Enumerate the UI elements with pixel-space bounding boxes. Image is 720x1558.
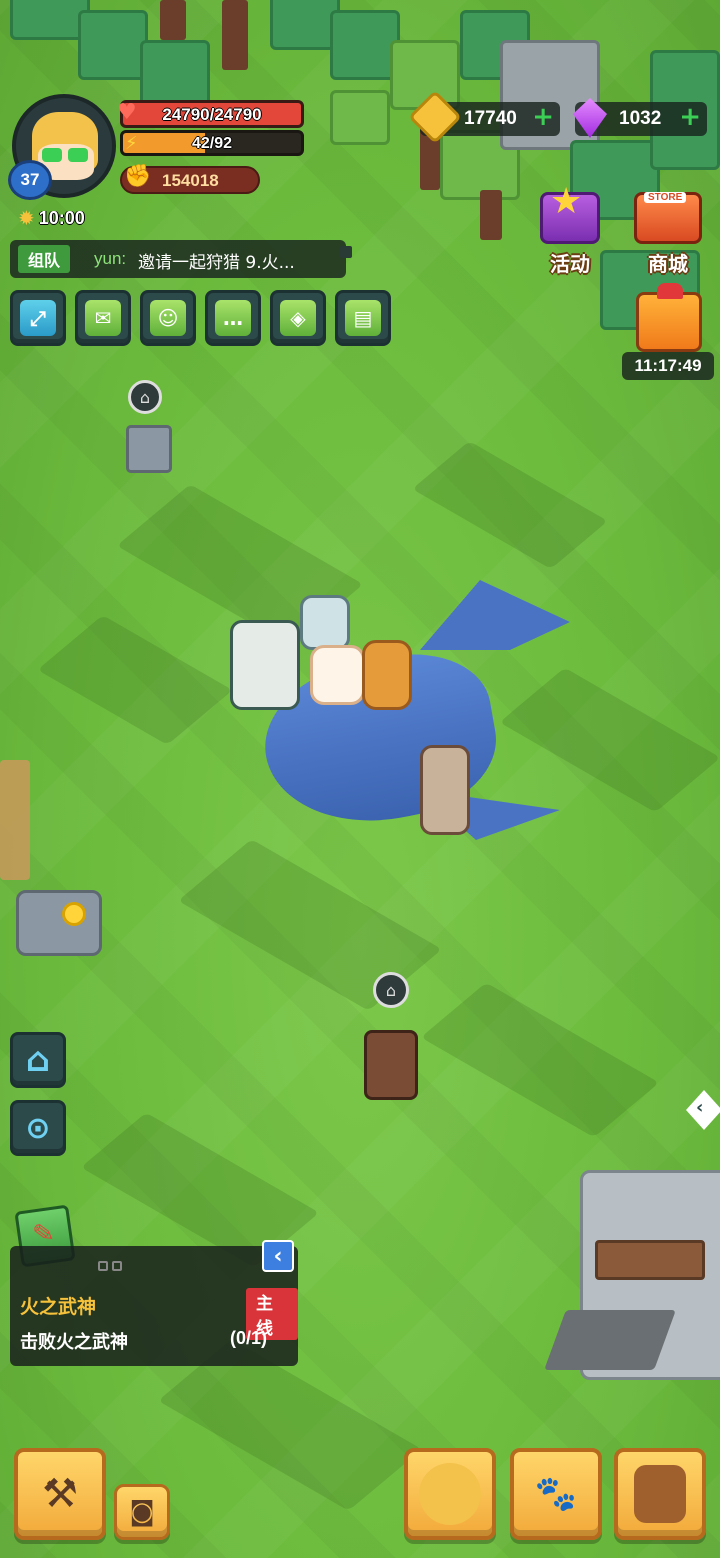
events-button[interactable]: ★ 活动 — [532, 181, 608, 278]
sun-icon: ✹ — [18, 206, 35, 230]
energy-bar: ⚡ 42/92 — [120, 130, 304, 156]
mine-beam — [595, 1240, 705, 1280]
build-button[interactable]: ⚒ — [14, 1448, 106, 1540]
notice-board-icon: ▤ — [345, 300, 381, 336]
location-pin-icon: ⊙ — [25, 1110, 51, 1146]
gem-icon — [573, 98, 607, 138]
time-text: 10:00 — [38, 207, 85, 228]
party-member-deer[interactable] — [420, 745, 470, 835]
chat-bar[interactable]: 组队 yun: 邀请一起狩猎 9.火... — [10, 240, 346, 278]
grass-patch — [499, 667, 720, 813]
gold-counter[interactable]: 17740 + — [408, 90, 560, 144]
power-fist-icon: ✊ — [124, 164, 152, 189]
quest-collapse-button[interactable]: ‹ — [262, 1240, 294, 1272]
backpack-button[interactable] — [614, 1448, 706, 1540]
party-member-monkey[interactable] — [362, 640, 412, 710]
home-button[interactable]: ⌂ — [10, 1032, 66, 1088]
notice-board-button[interactable]: ▤ — [335, 290, 391, 346]
hp-text: 24790/24790 — [162, 105, 262, 124]
sleeping-npc[interactable] — [126, 425, 172, 473]
tree — [330, 90, 390, 145]
friends-icon: ☺ — [150, 300, 186, 336]
store-button[interactable]: STORE 商城 — [630, 186, 706, 278]
gift-ribbon-icon — [657, 283, 683, 299]
house-icon: ⌂ — [25, 1040, 51, 1080]
map-icon: ◈ — [280, 300, 316, 336]
quest-objective: 击败火之武神 — [20, 1332, 128, 1353]
hp-bar: ♥ 24790/24790 — [117, 100, 304, 128]
tree-trunk — [160, 0, 186, 40]
gift-box-button[interactable] — [636, 283, 702, 352]
locate-button[interactable]: ⊙ — [10, 1100, 66, 1156]
mine-cart-rail — [544, 1310, 676, 1370]
grass-patch — [412, 441, 608, 569]
chevron-left-icon: ‹ — [273, 1243, 283, 1269]
chat-message: 邀请一起狩猎 9.火... — [138, 253, 295, 273]
hero-portrait-icon — [419, 1463, 481, 1525]
home-marker-icon[interactable]: ⌂ — [128, 380, 162, 414]
gift-timer: 11:17:49 — [622, 352, 714, 380]
quest-progress: (0/1) — [230, 1328, 268, 1348]
quest-title: 火之武神 — [20, 1296, 97, 1318]
party-member-rabbit[interactable] — [310, 645, 365, 705]
add-gold-button[interactable]: + — [532, 102, 554, 132]
power-display: ✊ 154018 — [120, 164, 260, 194]
add-gem-button[interactable]: + — [679, 102, 701, 132]
events-label: 活动 — [550, 252, 590, 276]
party-member-knight[interactable] — [230, 620, 300, 710]
camera-button[interactable]: ◙ — [114, 1484, 170, 1540]
power-text: 154018 — [162, 171, 219, 190]
tree — [78, 10, 148, 80]
tree-trunk — [222, 0, 248, 70]
chat-button[interactable]: … — [205, 290, 261, 346]
party-member-wolf[interactable] — [300, 595, 350, 650]
flower-pot-shrine[interactable] — [16, 890, 102, 956]
gift-timer-text: 11:17:49 — [634, 356, 702, 375]
gem-text: 1032 — [619, 108, 662, 129]
quest-page-dots — [98, 1256, 122, 1275]
mail-icon: ✉ — [85, 300, 121, 336]
expand-icon: ⤢ — [20, 300, 56, 336]
pets-icon: 🐾 — [534, 1474, 578, 1514]
camera-icon: ◙ — [129, 1497, 155, 1527]
gem-counter[interactable]: 1032 + — [573, 98, 707, 138]
level-badge: 37 — [8, 160, 52, 200]
grass-patch — [37, 615, 233, 745]
level-text: 37 — [20, 170, 40, 189]
flower-icon — [62, 902, 86, 926]
expand-button[interactable]: ⤢ — [10, 290, 66, 346]
home-marker-icon[interactable]: ⌂ — [373, 972, 409, 1008]
tree-trunk — [480, 190, 502, 240]
store-label: 商城 — [648, 252, 688, 276]
chat-bubble-icon: … — [215, 300, 251, 336]
grass-patch — [420, 982, 660, 1138]
quest-panel[interactable]: ‹ 火之武神 主线 击败火之武神 (0/1) — [10, 1240, 298, 1366]
chat-channel-tag: 组队 — [18, 245, 71, 273]
friends-button[interactable]: ☺ — [140, 290, 196, 346]
gold-text: 17740 — [464, 108, 517, 129]
pets-button[interactable]: 🐾 — [510, 1448, 602, 1540]
event-star-icon: ★ — [550, 181, 583, 222]
hammer-icon: ⚒ — [42, 1471, 78, 1517]
fox-npc[interactable] — [364, 1030, 418, 1100]
chat-sender: yun: — [94, 249, 127, 268]
energy-text: 42/92 — [191, 135, 233, 152]
edge-building — [0, 760, 30, 880]
character-button[interactable] — [404, 1448, 496, 1540]
backpack-icon — [634, 1465, 686, 1523]
store-sign: STORE — [644, 192, 687, 203]
chat-toggle[interactable] — [340, 246, 352, 258]
map-button[interactable]: ◈ — [270, 290, 326, 346]
mail-button[interactable]: ✉ — [75, 290, 131, 346]
whale-tail — [420, 580, 570, 650]
world-clock: ✹ 10:00 — [18, 205, 85, 231]
chevron-left-icon: ‹ — [696, 1097, 704, 1118]
